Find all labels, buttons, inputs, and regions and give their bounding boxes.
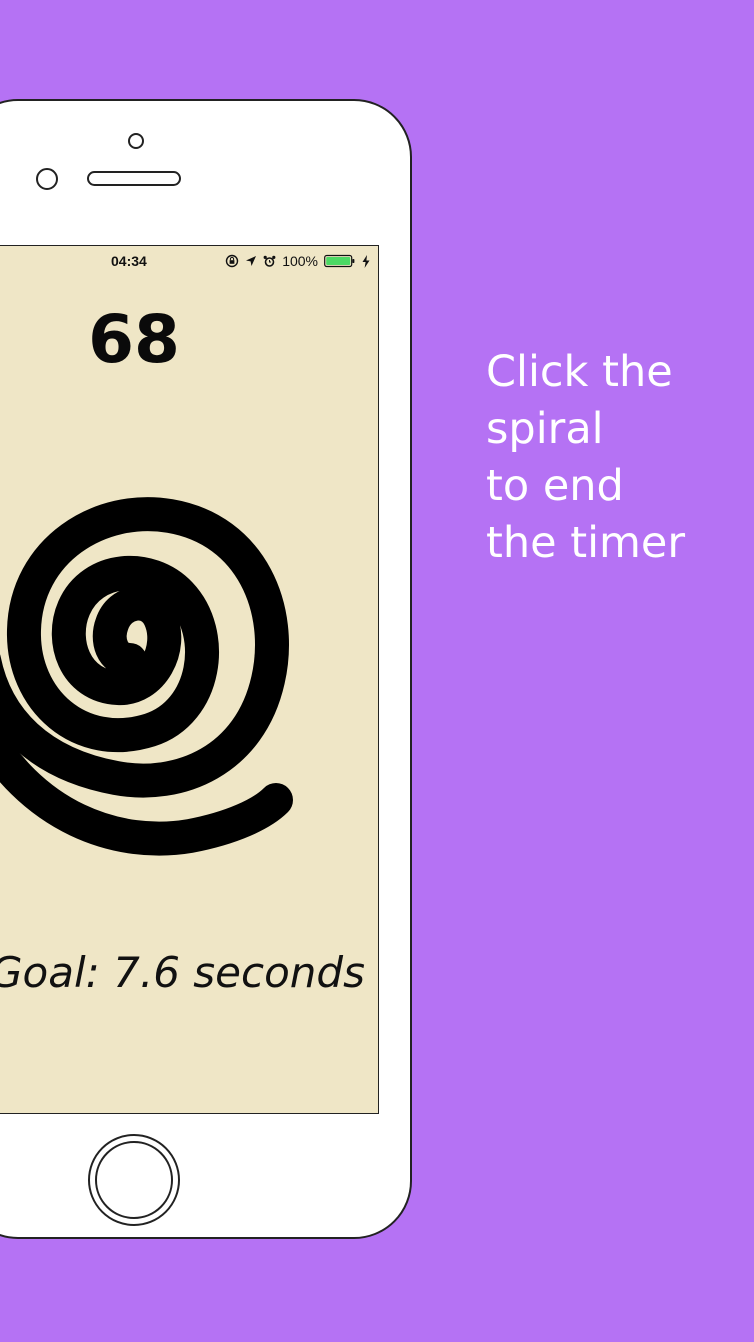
status-icons: 100% <box>225 253 370 269</box>
alarm-clock-icon <box>263 255 276 268</box>
home-button-ring <box>95 1141 173 1219</box>
charging-bolt-icon <box>362 254 370 268</box>
location-arrow-icon <box>245 255 257 267</box>
proximity-sensor <box>36 168 58 190</box>
status-bar: 04:34 100% <box>0 246 378 276</box>
battery-icon <box>324 254 356 268</box>
caption-line-3: to end <box>486 461 624 511</box>
goal-text: Goal: 7.6 seconds <box>0 948 365 997</box>
caption-line-2: spiral <box>486 404 604 454</box>
front-camera <box>128 133 144 149</box>
promo-caption: Click the spiral to end the timer <box>486 344 746 572</box>
status-time: 04:34 <box>111 253 147 269</box>
home-button[interactable] <box>88 1134 180 1226</box>
timer-count: 68 <box>88 301 180 378</box>
promo-stage: 04:34 100% 68 Goal: 7.6 seconds Click th… <box>0 0 754 1342</box>
caption-line-4: the timer <box>486 518 686 568</box>
earpiece-speaker <box>87 171 181 186</box>
caption-line-1: Click the <box>486 347 673 397</box>
battery-percent: 100% <box>282 253 318 269</box>
spiral-button[interactable] <box>0 470 310 880</box>
rotation-lock-icon <box>225 254 239 268</box>
